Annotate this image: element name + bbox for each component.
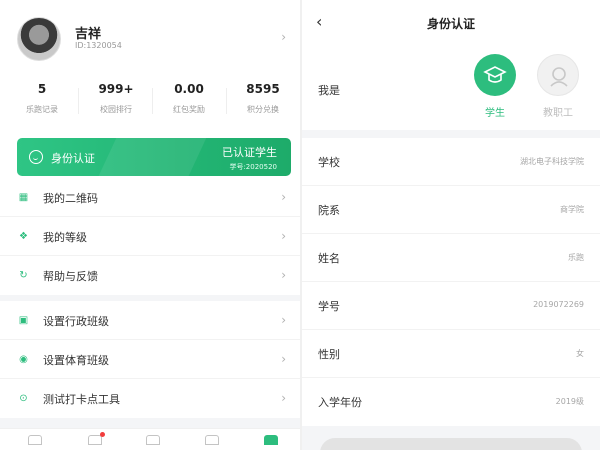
- banner-decoration: [88, 138, 216, 176]
- home-icon[interactable]: [28, 435, 42, 447]
- menu-item-checkin-tool[interactable]: ⊙ 测试打卡点工具 ›: [0, 379, 300, 418]
- stat-label: 乐跑记录: [26, 105, 58, 114]
- menu-item-label: 测试打卡点工具: [43, 393, 120, 406]
- field-label: 院系: [318, 204, 340, 217]
- field-value: 2019级: [555, 397, 584, 406]
- tab-shape: [205, 435, 219, 445]
- field-label: 入学年份: [318, 396, 362, 409]
- stat-label: 校园排行: [100, 105, 132, 114]
- identity-auth-banner[interactable]: 身份认证 已认证学生 学号:2020520: [17, 138, 291, 176]
- chevron-right-icon: ›: [281, 313, 286, 327]
- section-gap: [302, 130, 600, 138]
- stat-campus-rank[interactable]: 999+ 校园排行: [79, 80, 153, 115]
- location-icon: ⊙: [19, 393, 28, 404]
- staff-icon: [537, 54, 579, 96]
- chevron-right-icon: ›: [281, 352, 286, 366]
- smile-icon: [29, 150, 43, 164]
- tab-shape: [146, 435, 160, 445]
- role-label-staff: 教职工: [543, 108, 573, 119]
- menu-item-help[interactable]: ↻ 帮助与反馈 ›: [0, 256, 300, 295]
- auth-banner-title: 身份认证: [51, 152, 95, 165]
- stat-value: 8595: [246, 82, 280, 96]
- profile-id: ID:1320054: [75, 41, 122, 50]
- menu-item-qrcode[interactable]: ▦ 我的二维码 ›: [0, 178, 300, 217]
- role-label: 我是: [318, 84, 340, 97]
- section-gap: [0, 418, 300, 428]
- field-school[interactable]: 学校 湖北电子科技学院: [302, 138, 600, 186]
- field-label: 姓名: [318, 252, 340, 265]
- menu-item-label: 我的等级: [43, 231, 87, 244]
- menu-item-label: 帮助与反馈: [43, 270, 98, 283]
- stat-label: 红包奖励: [173, 105, 205, 114]
- field-department[interactable]: 院系 商学院: [302, 186, 600, 234]
- stat-value: 5: [37, 82, 47, 96]
- role-label-student: 学生: [485, 108, 505, 119]
- menu-group-2: ▣ 设置行政班级 › ◉ 设置体育班级 › ⊙ 测试打卡点工具 ›: [0, 301, 300, 418]
- ball-icon: ◉: [19, 354, 28, 365]
- menu-item-label: 设置体育班级: [43, 354, 109, 367]
- profile-header[interactable]: 吉祥 ID:1320054 ›: [0, 0, 300, 78]
- role-student-option[interactable]: 学生: [472, 54, 518, 119]
- field-name[interactable]: 姓名 乐跑: [302, 234, 600, 282]
- profile-name: 吉祥: [75, 27, 102, 42]
- chevron-right-icon: ›: [281, 391, 286, 405]
- tab-shape: [88, 435, 102, 445]
- student-number: 学号:2020520: [229, 163, 277, 171]
- badge-icon: ❖: [19, 231, 28, 242]
- stat-value: 0.00: [174, 82, 204, 96]
- chevron-right-icon: ›: [281, 30, 286, 44]
- student-cap-icon: [474, 54, 516, 96]
- menu-group-1: ▦ 我的二维码 › ❖ 我的等级 › ↻ 帮助与反馈 ›: [0, 178, 300, 295]
- stats-row: 5 乐跑记录 999+ 校园排行 0.00 红包奖励 8595 积分兑换: [0, 80, 300, 128]
- page-title: 身份认证: [426, 17, 475, 31]
- stat-points-exchange[interactable]: 8595 积分兑换: [226, 80, 300, 115]
- stat-label: 积分兑换: [247, 105, 279, 114]
- sport-icon[interactable]: [146, 435, 160, 447]
- chevron-right-icon: ›: [281, 268, 286, 282]
- avatar[interactable]: [17, 17, 61, 61]
- auth-status: 已认证学生: [222, 146, 277, 159]
- role-selector: 我是 学生 教职工: [302, 42, 600, 130]
- class-icon: ▣: [18, 315, 29, 326]
- field-value: 湖北电子科技学院: [520, 157, 584, 166]
- menu-item-label: 设置行政班级: [43, 315, 109, 328]
- chevron-right-icon: ›: [281, 229, 286, 243]
- profile-page: 吉祥 ID:1320054 › 5 乐跑记录 999+ 校园排行 0.00 红包…: [0, 0, 300, 450]
- menu-item-admin-class[interactable]: ▣ 设置行政班级 ›: [0, 301, 300, 340]
- field-value: 女: [576, 349, 584, 358]
- field-value: 乐跑: [568, 253, 584, 262]
- submit-button[interactable]: [320, 438, 582, 450]
- field-label: 学号: [318, 300, 340, 313]
- tab-shape: [28, 435, 42, 445]
- stat-value: 999+: [98, 82, 134, 96]
- field-student-id[interactable]: 学号 2019072269: [302, 282, 600, 330]
- message-icon[interactable]: [205, 435, 219, 447]
- identity-auth-page: ‹ 身份认证 我是 学生 教职工 学校 湖北电子科技学院 院系 商学院 姓名 乐…: [302, 0, 600, 450]
- bottom-tab-bar: [0, 428, 300, 450]
- menu-item-label: 我的二维码: [43, 192, 98, 205]
- field-enrollment-year[interactable]: 入学年份 2019级: [302, 378, 600, 426]
- run-icon[interactable]: [88, 432, 105, 447]
- menu-item-sport-class[interactable]: ◉ 设置体育班级 ›: [0, 340, 300, 379]
- notification-dot: [100, 432, 105, 437]
- stat-run-records[interactable]: 5 乐跑记录: [5, 80, 79, 115]
- field-value: 商学院: [560, 205, 584, 214]
- menu-item-level[interactable]: ❖ 我的等级 ›: [0, 217, 300, 256]
- field-label: 学校: [318, 156, 340, 169]
- field-label: 性别: [318, 348, 340, 361]
- headset-icon: ↻: [19, 270, 28, 281]
- mine-icon[interactable]: [264, 435, 278, 447]
- chevron-right-icon: ›: [281, 190, 286, 204]
- field-value: 2019072269: [533, 300, 584, 309]
- role-staff-option[interactable]: 教职工: [535, 54, 581, 119]
- tab-shape: [264, 435, 278, 445]
- stat-red-packet[interactable]: 0.00 红包奖励: [152, 80, 226, 115]
- qrcode-icon: ▦: [18, 192, 29, 203]
- field-gender[interactable]: 性别 女: [302, 330, 600, 378]
